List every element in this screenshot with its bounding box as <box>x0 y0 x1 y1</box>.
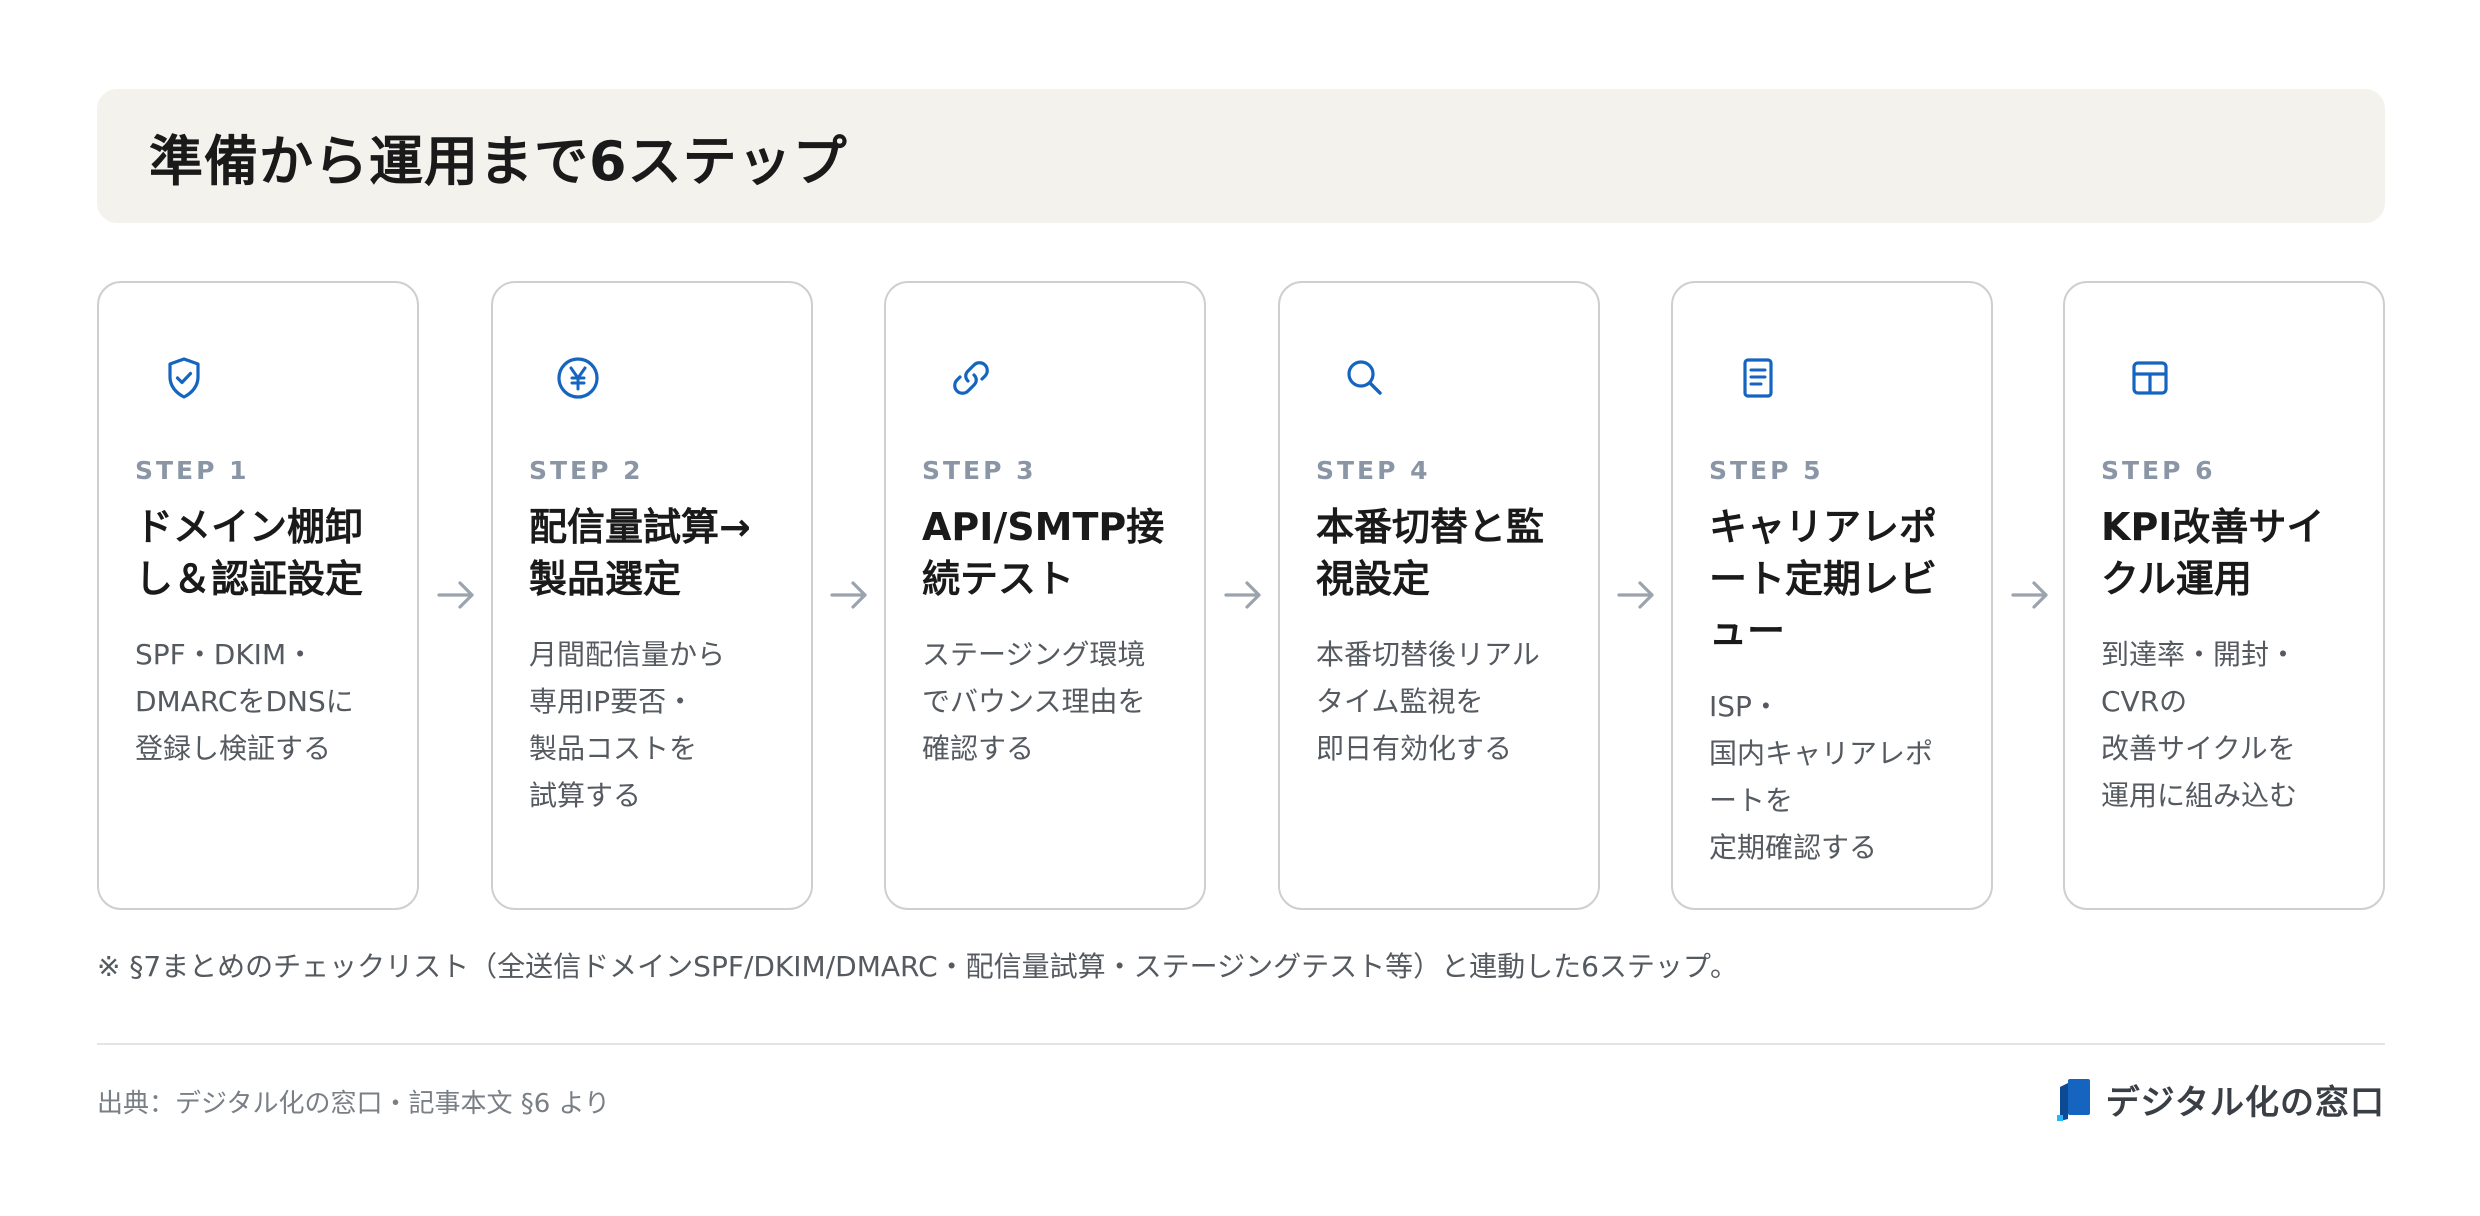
arrow-right-icon <box>2005 570 2055 620</box>
step-title: 本番切替と監視設定 <box>1316 505 1545 601</box>
step-label: STEP 4 <box>1316 456 1431 485</box>
step-label: STEP 3 <box>922 456 1037 485</box>
title-banner: 準備から運用まで6ステップ <box>97 89 2385 223</box>
steps-row: STEP 1 ドメイン棚卸し＆認証設定 SPF・DKIM・ DMARCをDNSに… <box>97 281 2385 910</box>
arrow-right-icon <box>824 570 874 620</box>
arrow-right-icon <box>431 570 481 620</box>
step-description: 月間配信量から 専用IP要否・ 製品コストを 試算する <box>529 638 726 812</box>
step-description: 到達率・開封・ CVRの 改善サイクルを 運用に組み込む <box>2101 638 2298 812</box>
search-icon <box>1340 353 1390 403</box>
step-card-4: STEP 4 本番切替と監視設定 本番切替後リアル タイム監視を 即日有効化する <box>1278 281 1600 910</box>
step-description: SPF・DKIM・ DMARCをDNSに 登録し検証する <box>135 638 354 765</box>
arrow-right-icon <box>1611 570 1661 620</box>
step-card-6: STEP 6 KPI改善サイクル運用 到達率・開封・ CVRの 改善サイクルを … <box>2063 281 2385 910</box>
step-card-2: STEP 2 配信量試算→製品選定 月間配信量から 専用IP要否・ 製品コストを… <box>491 281 813 910</box>
divider <box>97 1043 2385 1045</box>
step-description: ステージング環境 でバウンス理由を 確認する <box>922 638 1146 765</box>
step-label: STEP 2 <box>529 456 644 485</box>
step-label: STEP 5 <box>1709 456 1824 485</box>
source-credit: 出典：デジタル化の窓口・記事本文 §6 より <box>97 1089 611 1119</box>
logo-text: デジタル化の窓口 <box>2105 1083 2385 1123</box>
shield-check-icon <box>159 353 209 403</box>
step-title: KPI改善サイクル運用 <box>2101 505 2325 601</box>
page-title: 準備から運用まで6ステップ <box>149 129 848 193</box>
step-card-5: STEP 5 キャリアレポート定期レビュー ISP・ 国内キャリアレポ ートを … <box>1671 281 1993 910</box>
step-title: キャリアレポート定期レビュー <box>1709 505 1938 653</box>
step-description: ISP・ 国内キャリアレポ ートを 定期確認する <box>1709 690 1934 864</box>
document-icon <box>1733 353 1783 403</box>
table-icon <box>2125 353 2175 403</box>
step-description: 本番切替後リアル タイム監視を 即日有効化する <box>1316 638 1540 765</box>
step-card-3: STEP 3 API/SMTP接続テスト ステージング環境 でバウンス理由を 確… <box>884 281 1206 910</box>
logo-mark-icon <box>2056 1077 2094 1123</box>
footnote: ※ §7まとめのチェックリスト（全送信ドメインSPF/DKIM/DMARC・配信… <box>97 950 1739 983</box>
brand-logo: デジタル化の窓口 <box>2056 1075 2385 1124</box>
link-icon <box>946 353 996 403</box>
yen-icon <box>553 353 603 403</box>
step-label: STEP 1 <box>135 456 250 485</box>
step-title: ドメイン棚卸し＆認証設定 <box>135 505 364 601</box>
step-title: 配信量試算→製品選定 <box>529 505 751 601</box>
step-title: API/SMTP接続テスト <box>922 505 1165 601</box>
step-label: STEP 6 <box>2101 456 2216 485</box>
step-card-1: STEP 1 ドメイン棚卸し＆認証設定 SPF・DKIM・ DMARCをDNSに… <box>97 281 419 910</box>
arrow-right-icon <box>1218 570 1268 620</box>
